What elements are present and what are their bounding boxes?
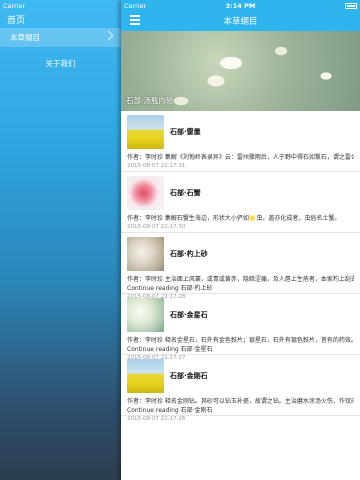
article-thumbnail <box>127 176 164 210</box>
page-title: 本草纲目 <box>223 16 258 27</box>
status-time: 3:14 PM <box>225 2 256 10</box>
hero-caption: 石部·汤瓶内硷 <box>126 96 174 105</box>
battery-icon <box>345 3 357 9</box>
article-thumbnail <box>127 359 164 393</box>
drawer-item-about[interactable]: 关于我们 <box>0 54 121 73</box>
article-date: 2015-08-07 22:17:26 <box>127 416 186 422</box>
article-title: 石部·杓上砂 <box>170 250 208 258</box>
list-item[interactable]: 石部·石蟹 作者：李时珍 集解石蟹生海边，形状大小俨如🌟虫，盖亦化成者，虫俗名土… <box>121 172 360 233</box>
article-date: 2015-08-07 22:17:30 <box>127 224 186 230</box>
main-panel: Carrier 3:14 PM 本草纲目 石部·汤瓶内硷 石部·雷墨 作者：李时… <box>121 0 360 480</box>
article-thumbnail <box>127 298 164 332</box>
hero-banner[interactable]: 石部·汤瓶内硷 <box>121 31 360 111</box>
article-summary: 作者：李时珍 释名金星石，石外有金色麸片；银星石，石外有银色麸片，皆有的药效。 <box>127 337 354 344</box>
continue-reading-link[interactable]: Continue reading 石部·金星石 <box>127 344 354 353</box>
article-summary: 作者：李时珍 集解《刘恂岭表录异》云：雷州骤雨后，人于野中得石如黳石，谓之雷公 <box>127 154 354 161</box>
article-summary: 作者：李时珍 集解石蟹生海边，形状大小俨如🌟虫，盖亦化成者，虫俗名土蟹。 <box>127 215 341 222</box>
status-bar: Carrier 3:14 PM <box>121 0 360 10</box>
menu-icon[interactable] <box>130 15 140 25</box>
list-item[interactable]: 石部·雷墨 作者：李时珍 集解《刘恂岭表录异》云：雷州骤雨后，人于野中得石如黳石… <box>121 111 360 172</box>
drawer-item-label: 本草纲目 <box>10 33 40 42</box>
side-drawer: Carrier 首页 本草纲目 关于我们 <box>0 0 121 480</box>
drawer-item-bencao[interactable]: 本草纲目 <box>0 28 121 47</box>
article-title: 石部·雷墨 <box>170 128 201 136</box>
chevron-right-icon <box>103 30 114 41</box>
article-summary: 作者：李时珍 释名金刚钻。其砂可以钻玉补瓷，故谓之钻。主治磨水涂汤火伤，作钗环 <box>127 398 354 405</box>
article-thumbnail <box>127 237 164 271</box>
drawer-header[interactable]: 首页 <box>0 11 121 28</box>
article-date: 2015-08-07 22:17:31 <box>127 163 186 169</box>
article-summary: 作者：李时珍 主治面上风粟，或青或黄赤，隐暗涩痛，及人唇上生疮者，本家杓上刮去 <box>127 276 354 283</box>
navigation-bar: Carrier 3:14 PM 本草纲目 <box>121 0 360 31</box>
article-list: 石部·雷墨 作者：李时珍 集解《刘恂岭表录异》云：雷州骤雨后，人于野中得石如黳石… <box>121 111 360 422</box>
continue-reading-link[interactable]: Continue reading 石部·杓上砂 <box>127 283 354 292</box>
article-title: 石部·金星石 <box>170 311 208 319</box>
drawer-status-carrier: Carrier <box>3 2 26 10</box>
list-item[interactable]: 石部·金星石 作者：李时珍 释名金星石，石外有金色麸片；银星石，石外有银色麸片，… <box>121 294 360 361</box>
continue-reading-link[interactable]: Continue reading 石部·金刚石 <box>127 405 354 414</box>
drawer-item-label: 关于我们 <box>45 59 76 68</box>
article-title: 石部·金刚石 <box>170 372 208 380</box>
article-title: 石部·石蟹 <box>170 189 201 197</box>
article-thumbnail <box>127 115 164 149</box>
list-item[interactable]: 石部·杓上砂 作者：李时珍 主治面上风粟，或青或黄赤，隐暗涩痛，及人唇上生疮者，… <box>121 233 360 300</box>
list-item[interactable]: 石部·金刚石 作者：李时珍 释名金刚钻。其砂可以钻玉补瓷，故谓之钻。主治磨水涂汤… <box>121 355 360 422</box>
